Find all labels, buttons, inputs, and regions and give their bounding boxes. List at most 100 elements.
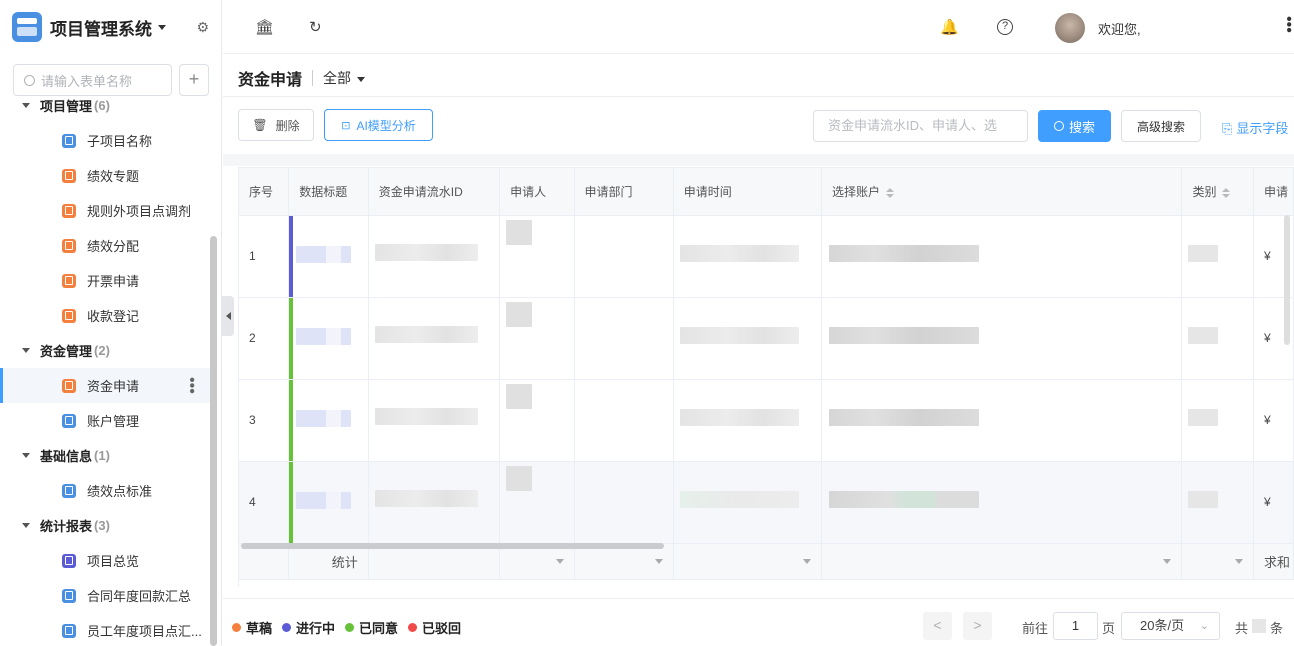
redacted-value xyxy=(374,489,478,507)
legend-item: 进行中 xyxy=(282,618,335,637)
sidebar-item[interactable]: 绩效分配 xyxy=(0,228,210,263)
cell-applicant xyxy=(499,461,575,544)
tree-group[interactable]: 项目管理 (6) xyxy=(0,98,210,123)
sidebar-scrollbar[interactable] xyxy=(210,236,217,646)
view-filter-dropdown[interactable]: 全部 xyxy=(323,68,366,88)
redacted-value xyxy=(296,245,352,263)
gear-icon[interactable]: ⚙ xyxy=(196,19,209,36)
sidebar-item[interactable]: 项目总览 xyxy=(0,543,210,578)
next-page-button[interactable]: > xyxy=(963,612,992,640)
form-doc-icon xyxy=(62,588,76,603)
sidebar-item[interactable]: 绩效点标准 xyxy=(0,473,210,508)
redacted-value xyxy=(829,244,980,262)
cell-title[interactable] xyxy=(288,379,369,462)
summary-cell[interactable] xyxy=(821,543,1183,580)
cell-title[interactable] xyxy=(288,215,369,298)
column-header-label: 申请时间 xyxy=(683,184,732,199)
prev-page-button[interactable]: < xyxy=(923,612,952,640)
currency-symbol: ¥ xyxy=(1264,495,1271,509)
refresh-icon[interactable]: ↻ xyxy=(309,18,322,36)
sort-icon[interactable] xyxy=(886,187,895,198)
table-row[interactable]: 2 ¥ xyxy=(239,297,1294,380)
sidebar-item[interactable]: 账户管理 xyxy=(0,403,210,438)
sort-icon[interactable] xyxy=(1222,187,1231,198)
tree-group-label: 资金管理 xyxy=(40,344,93,359)
table-vertical-scrollbar[interactable] xyxy=(1284,215,1290,345)
table-row[interactable]: 3 ¥ xyxy=(239,379,1294,462)
search-button[interactable]: 搜索 xyxy=(1038,110,1111,142)
collapse-triangle-icon xyxy=(22,103,30,108)
sidebar-item[interactable]: 子项目名称 xyxy=(0,123,210,158)
column-header: 资金申请流水ID xyxy=(368,168,501,216)
cell-apply-time xyxy=(673,461,823,544)
tree-group-label: 基础信息 xyxy=(40,449,93,464)
sidebar-item[interactable]: 规则外项目点调剂 xyxy=(0,193,210,228)
form-doc-icon xyxy=(62,413,76,428)
cell-department xyxy=(574,297,674,380)
page-size-select[interactable]: 20条/页 ⌄ xyxy=(1121,612,1220,640)
more-options-icon[interactable]: ••• xyxy=(1280,16,1294,33)
form-doc-icon xyxy=(62,273,76,288)
delete-button[interactable]: 🗑 删除 xyxy=(238,109,314,141)
sidebar-item-label: 账户管理 xyxy=(87,414,140,429)
ai-analysis-button[interactable]: ⊡ AI模型分析 xyxy=(324,109,433,141)
tree-group-label: 统计报表 xyxy=(40,519,93,534)
avatar[interactable] xyxy=(1055,13,1085,43)
table-row[interactable]: 1 ¥ xyxy=(239,215,1294,298)
table-horizontal-scrollbar[interactable] xyxy=(241,543,664,549)
advanced-search-button[interactable]: 高级搜索 xyxy=(1121,110,1201,142)
summary-cell[interactable] xyxy=(1181,543,1255,580)
cell-applicant xyxy=(499,379,575,462)
sidebar-item[interactable]: 绩效专题 xyxy=(0,158,210,193)
column-header-label: 类别 xyxy=(1192,184,1217,199)
sidebar-item[interactable]: 收款登记 xyxy=(0,298,210,333)
currency-symbol: ¥ xyxy=(1264,331,1271,345)
sidebar-item[interactable]: 员工年度项目点汇... xyxy=(0,613,210,646)
sidebar-header: 项目管理系统 ⚙ xyxy=(0,0,221,54)
form-doc-icon xyxy=(62,168,76,183)
sidebar-item[interactable]: 资金申请 ••• xyxy=(0,368,210,403)
sidebar-collapse-button[interactable] xyxy=(222,296,234,336)
table-row[interactable]: 4 ¥ xyxy=(239,461,1294,544)
redacted-value xyxy=(506,465,533,491)
summary-cell[interactable]: 求和 xyxy=(1253,543,1294,580)
collapse-triangle-icon xyxy=(22,453,30,458)
tree-group[interactable]: 资金管理 (2) xyxy=(0,333,210,368)
tree-group[interactable]: 基础信息 (1) xyxy=(0,438,210,473)
sidebar-item[interactable]: 开票申请 xyxy=(0,263,210,298)
tree-group[interactable]: 统计报表 (3) xyxy=(0,508,210,543)
app-switch-chevron-icon[interactable] xyxy=(158,24,166,30)
cell-index: 3 xyxy=(239,379,290,462)
show-fields-button[interactable]: ⎘ 显示字段 xyxy=(1222,118,1288,137)
bank-icon[interactable]: 🏛 xyxy=(255,18,274,36)
app-title[interactable]: 项目管理系统 xyxy=(50,15,152,40)
sidebar-item-label: 开票申请 xyxy=(87,274,140,289)
column-header[interactable]: 类别 xyxy=(1181,168,1255,216)
redacted-value xyxy=(1188,326,1219,344)
summary-label: 统计 xyxy=(331,554,358,570)
table-search-input[interactable]: 资金申请流水ID、申请人、选 xyxy=(813,110,1028,142)
summary-cell[interactable] xyxy=(673,543,823,580)
column-header-label: 申请部门 xyxy=(584,184,633,199)
status-indicator xyxy=(289,461,294,542)
item-more-icon[interactable]: ••• xyxy=(183,377,200,394)
cell-category xyxy=(1181,461,1255,544)
cell-title[interactable] xyxy=(288,461,369,544)
form-search-placeholder: 请输入表单名称 xyxy=(41,73,133,89)
top-bar: 🏛 ↻ 🔔 ? 欢迎您, ••• xyxy=(223,0,1294,54)
cell-category xyxy=(1181,379,1255,462)
cell-title[interactable] xyxy=(288,297,369,380)
column-header-label: 数据标题 xyxy=(299,184,348,199)
sidebar-item[interactable]: 合同年度回款汇总 xyxy=(0,578,210,613)
bell-icon[interactable]: 🔔 xyxy=(940,18,959,36)
add-form-button[interactable]: + xyxy=(179,64,209,96)
page-number-input[interactable]: 1 xyxy=(1053,612,1098,640)
redacted-value xyxy=(506,219,533,245)
cell-flow-id xyxy=(368,461,501,544)
chevron-down-icon xyxy=(357,76,366,82)
cell-index: 2 xyxy=(239,297,290,380)
help-icon[interactable]: ? xyxy=(997,19,1013,35)
column-header[interactable]: 选择账户 xyxy=(821,168,1183,216)
redacted-value xyxy=(679,244,799,262)
form-search-input[interactable]: 请输入表单名称 xyxy=(13,64,172,96)
